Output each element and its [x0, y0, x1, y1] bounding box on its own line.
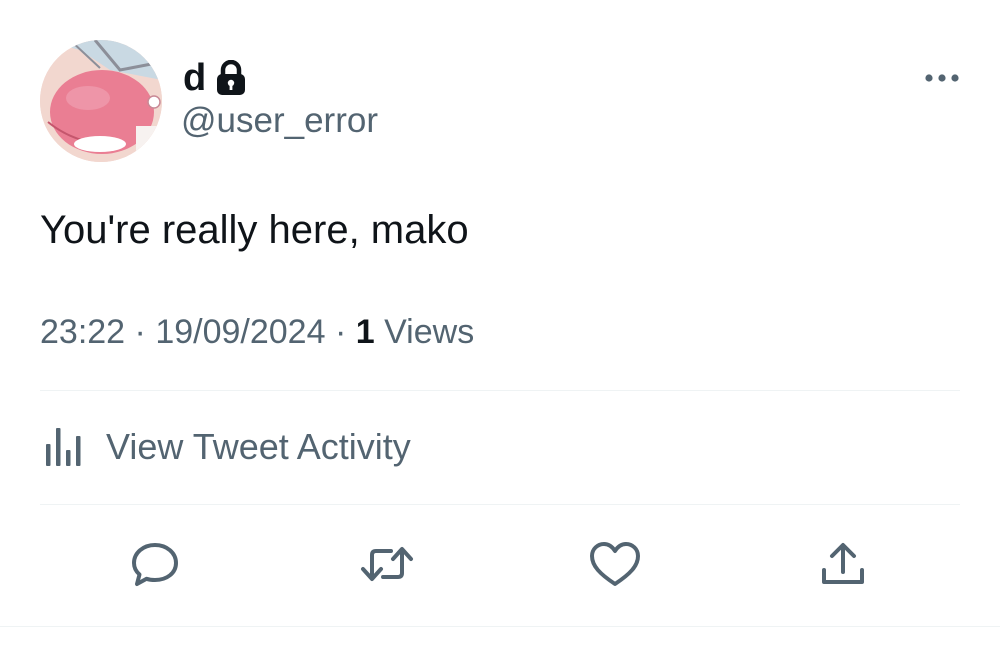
- meta-separator: ·: [134, 313, 146, 351]
- views-count: 1: [355, 313, 375, 351]
- avatar-image: [40, 40, 162, 162]
- tweet-actions-bar: [0, 538, 1000, 594]
- author-handle[interactable]: @user_error: [181, 100, 378, 142]
- author-name-row: d: [183, 56, 248, 100]
- heart-icon: [588, 539, 642, 594]
- lock-icon: [214, 59, 248, 96]
- views-label: Views: [384, 313, 475, 351]
- view-tweet-activity-button[interactable]: View Tweet Activity: [40, 418, 411, 476]
- meta-separator: ·: [334, 313, 347, 351]
- display-name[interactable]: d: [183, 59, 206, 97]
- share-upload-icon: [817, 538, 869, 595]
- divider: [40, 390, 960, 391]
- view-tweet-activity-label: View Tweet Activity: [106, 426, 411, 467]
- analytics-bars-icon: [40, 422, 86, 473]
- tweet-time[interactable]: 23:22: [40, 313, 125, 351]
- tweet-detail: d @user_error You're really here, mako 2…: [0, 0, 1000, 652]
- more-horizontal-icon[interactable]: [922, 66, 962, 90]
- avatar[interactable]: [40, 40, 162, 162]
- tweet-meta: 23:22 · 19/09/2024 · 1 Views: [40, 312, 474, 353]
- retweet-button[interactable]: [359, 538, 415, 594]
- tweet-text: You're really here, mako: [40, 208, 469, 252]
- like-button[interactable]: [587, 538, 643, 594]
- divider: [40, 504, 960, 505]
- share-button[interactable]: [815, 538, 871, 594]
- reply-bubble-icon: [129, 538, 181, 595]
- retweet-icon: [359, 538, 415, 595]
- tweet-date[interactable]: 19/09/2024: [155, 313, 325, 351]
- reply-button[interactable]: [127, 538, 183, 594]
- divider: [0, 626, 1000, 627]
